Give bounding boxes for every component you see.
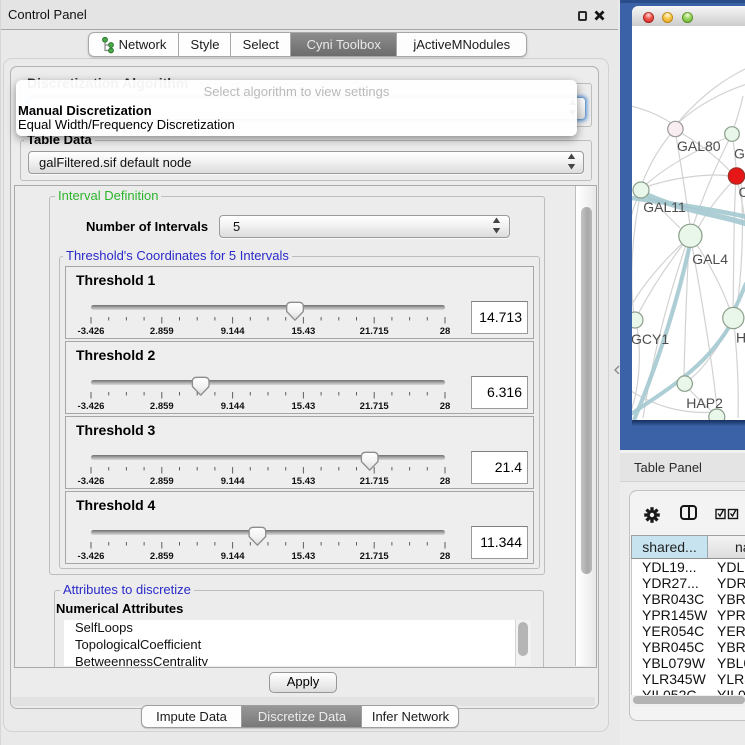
svg-text:9.144: 9.144 <box>221 476 245 487</box>
svg-text:GAL4: GAL4 <box>692 251 728 267</box>
svg-text:21.715: 21.715 <box>360 326 390 337</box>
svg-text:15.43: 15.43 <box>292 401 316 412</box>
svg-text:-3.426: -3.426 <box>78 476 105 487</box>
svg-text:-3.426: -3.426 <box>78 551 105 562</box>
svg-text:-3.426: -3.426 <box>78 401 105 412</box>
svg-text:28: 28 <box>440 551 451 562</box>
svg-text:9.144: 9.144 <box>221 401 245 412</box>
svg-text:HI: HI <box>736 330 745 346</box>
svg-text:15.43: 15.43 <box>292 326 316 337</box>
svg-text:21.715: 21.715 <box>360 551 390 562</box>
svg-text:2.859: 2.859 <box>150 326 174 337</box>
svg-text:28: 28 <box>440 476 451 487</box>
svg-text:GAL80: GAL80 <box>677 138 721 154</box>
svg-text:GAL: GAL <box>734 146 745 162</box>
svg-text:15.43: 15.43 <box>292 551 316 562</box>
svg-text:21.715: 21.715 <box>360 401 390 412</box>
svg-text:GAL11: GAL11 <box>643 199 686 215</box>
svg-text:2.859: 2.859 <box>150 476 174 487</box>
svg-text:9.144: 9.144 <box>221 326 245 337</box>
svg-text:15.43: 15.43 <box>292 476 316 487</box>
svg-text:2.859: 2.859 <box>150 551 174 562</box>
svg-text:GCY1: GCY1 <box>632 331 669 347</box>
svg-text:-3.426: -3.426 <box>78 326 105 337</box>
svg-text:HAP2: HAP2 <box>686 395 723 411</box>
svg-text:21.715: 21.715 <box>360 476 390 487</box>
svg-text:9.144: 9.144 <box>221 551 245 562</box>
svg-text:2.859: 2.859 <box>150 401 174 412</box>
svg-text:CD: CD <box>739 184 745 200</box>
svg-text:28: 28 <box>440 401 451 412</box>
svg-text:28: 28 <box>440 326 451 337</box>
